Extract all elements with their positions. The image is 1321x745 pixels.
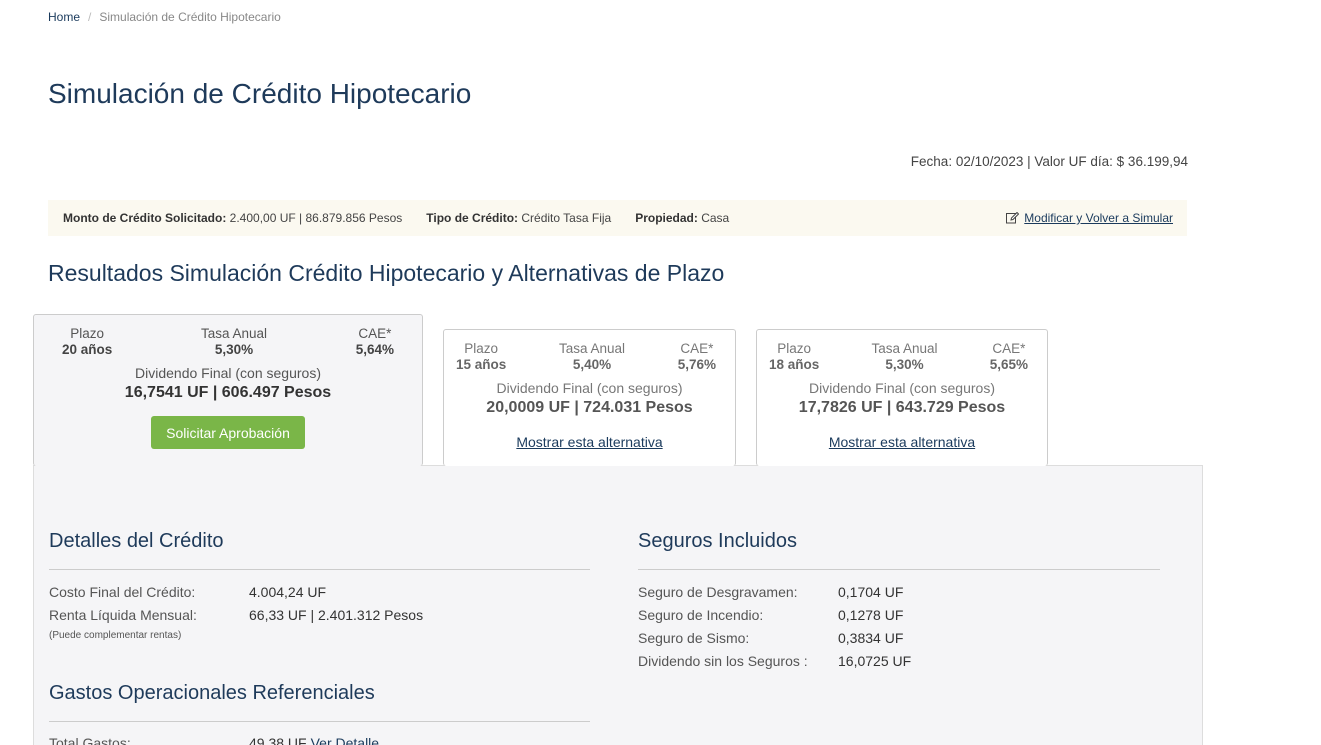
tasa-label: Tasa Anual bbox=[558, 341, 626, 356]
dividend-value: 17,7826 UF | 643.729 Pesos bbox=[798, 399, 1006, 416]
date-uf-value: Fecha: 02/10/2023 | Valor UF día: $ 36.1… bbox=[910, 154, 1188, 169]
tasa-label: Tasa Anual bbox=[871, 341, 938, 356]
plazo-column: Plazo 20 años bbox=[62, 326, 112, 357]
cae-value: 5,76% bbox=[677, 357, 716, 372]
dividend-label: Dividendo Final (con seguros) bbox=[135, 365, 321, 381]
plazo-value: 18 años bbox=[769, 357, 820, 372]
breadcrumb-current: Simulación de Crédito Hipotecario bbox=[99, 10, 281, 24]
tasa-value: 5,40% bbox=[572, 357, 612, 372]
insurance-label: Seguro de Incendio: bbox=[638, 607, 764, 623]
monto-summary: Monto de Crédito Solicitado: 2.400,00 UF… bbox=[63, 211, 402, 225]
show-alternative-link[interactable]: Mostrar esta alternativa bbox=[444, 434, 735, 450]
tasa-label: Tasa Anual bbox=[200, 326, 268, 341]
dividend-value: 16,7541 UF | 606.497 Pesos bbox=[124, 384, 332, 401]
insurance-divider bbox=[638, 569, 1160, 570]
propiedad-label: Propiedad: bbox=[635, 211, 698, 225]
dividend-label: Dividendo Final (con seguros) bbox=[809, 380, 995, 396]
insurance-value: 0,1704 UF bbox=[838, 584, 904, 600]
alternative-card: Plazo 18 años Tasa Anual 5,30% CAE* 5,65… bbox=[756, 329, 1048, 466]
plazo-value: 20 años bbox=[62, 342, 113, 357]
insurance-label: Dividendo sin los Seguros : bbox=[638, 653, 808, 669]
cae-column: CAE* 5,65% bbox=[990, 341, 1028, 372]
credit-detail-row: Renta Líquida Mensual: 66,33 UF | 2.401.… bbox=[49, 607, 423, 623]
tasa-column: Tasa Anual 5,40% bbox=[559, 341, 625, 372]
total-costs-label: Total Gastos: bbox=[49, 735, 131, 745]
breadcrumb-home-link[interactable]: Home bbox=[48, 10, 80, 24]
view-detail-link[interactable]: Ver Detalle bbox=[311, 735, 379, 745]
plazo-label: Plazo bbox=[464, 341, 499, 356]
total-costs-row: Total Gastos: 49,38 UF Ver Detalle bbox=[49, 735, 379, 745]
total-costs-value: 49,38 UF bbox=[249, 735, 307, 745]
credit-details-divider bbox=[49, 569, 590, 570]
propiedad-value: Casa bbox=[701, 211, 730, 225]
income-note: (Puede complementar rentas) bbox=[49, 630, 182, 641]
insurance-row: Seguro de Sismo: 0,3834 UF bbox=[638, 630, 903, 646]
credit-detail-value: 4.004,24 UF bbox=[249, 584, 327, 600]
tasa-column: Tasa Anual 5,30% bbox=[201, 326, 267, 357]
dividend-value: 20,0009 UF | 724.031 Pesos bbox=[486, 399, 693, 416]
monto-value: 2.400,00 UF | 86.879.856 Pesos bbox=[229, 211, 403, 225]
edit-icon bbox=[1006, 212, 1020, 224]
credit-detail-label: Renta Líquida Mensual: bbox=[49, 607, 197, 623]
credit-detail-row: Costo Final del Crédito: 4.004,24 UF bbox=[49, 584, 326, 600]
show-alternative-link[interactable]: Mostrar esta alternativa bbox=[757, 434, 1047, 450]
alternative-card: Plazo 15 años Tasa Anual 5,40% CAE* 5,76… bbox=[443, 329, 736, 466]
propiedad-summary: Propiedad: Casa bbox=[635, 211, 729, 225]
tipo-summary: Tipo de Crédito: Crédito Tasa Fija bbox=[426, 211, 611, 225]
cae-label: CAE* bbox=[358, 326, 392, 341]
page-title: Simulación de Crédito Hipotecario bbox=[48, 78, 472, 109]
operational-costs-title: Gastos Operacionales Referenciales bbox=[49, 682, 375, 704]
plazo-column: Plazo 18 años bbox=[769, 341, 819, 372]
results-title: Resultados Simulación Crédito Hipotecari… bbox=[48, 260, 725, 286]
breadcrumb-separator: / bbox=[88, 10, 92, 24]
plazo-value: 15 años bbox=[456, 357, 507, 372]
tasa-column: Tasa Anual 5,30% bbox=[871, 341, 937, 372]
insurance-value: 0,1278 UF bbox=[838, 607, 904, 623]
cae-value: 5,65% bbox=[989, 357, 1028, 372]
tasa-value: 5,30% bbox=[885, 357, 924, 372]
modify-link-label: Modificar y Volver a Simular bbox=[1024, 211, 1173, 225]
tasa-value: 5,30% bbox=[214, 342, 254, 357]
modify-simulation-link[interactable]: Modificar y Volver a Simular bbox=[1006, 211, 1173, 225]
insurance-value: 16,0725 UF bbox=[838, 653, 912, 669]
credit-detail-label: Costo Final del Crédito: bbox=[49, 584, 196, 600]
cae-label: CAE* bbox=[680, 341, 714, 356]
credit-details-title: Detalles del Crédito bbox=[49, 530, 224, 552]
insurance-row: Seguro de Desgravamen: 0,1704 UF bbox=[638, 584, 903, 600]
cae-label: CAE* bbox=[992, 341, 1026, 356]
credit-summary-bar: Monto de Crédito Solicitado: 2.400,00 UF… bbox=[48, 200, 1187, 236]
tipo-value: Crédito Tasa Fija bbox=[521, 211, 612, 225]
cae-column: CAE* 5,64% bbox=[356, 326, 394, 357]
plazo-label: Plazo bbox=[70, 326, 105, 341]
tipo-label: Tipo de Crédito: bbox=[426, 211, 519, 225]
selected-option-card: Plazo 20 años Tasa Anual 5,30% CAE* 5,64… bbox=[33, 314, 423, 466]
plazo-label: Plazo bbox=[777, 341, 812, 356]
operational-costs-divider bbox=[49, 721, 590, 722]
plazo-column: Plazo 15 años bbox=[456, 341, 506, 372]
monto-label: Monto de Crédito Solicitado: bbox=[63, 211, 227, 225]
insurance-title: Seguros Incluidos bbox=[638, 530, 797, 552]
insurance-row: Seguro de Incendio: 0,1278 UF bbox=[638, 607, 903, 623]
cae-column: CAE* 5,76% bbox=[678, 341, 716, 372]
dividend-label: Dividendo Final (con seguros) bbox=[496, 380, 683, 396]
request-approval-button[interactable]: Solicitar Aprobación bbox=[151, 416, 305, 449]
insurance-label: Seguro de Desgravamen: bbox=[638, 584, 798, 600]
credit-detail-value: 66,33 UF | 2.401.312 Pesos bbox=[249, 607, 424, 623]
cae-value: 5,64% bbox=[355, 342, 394, 357]
breadcrumb: Home / Simulación de Crédito Hipotecario bbox=[48, 10, 281, 24]
insurance-value: 0,3834 UF bbox=[838, 630, 904, 646]
insurance-label: Seguro de Sismo: bbox=[638, 630, 750, 646]
insurance-row: Dividendo sin los Seguros : 16,0725 UF bbox=[638, 653, 911, 669]
